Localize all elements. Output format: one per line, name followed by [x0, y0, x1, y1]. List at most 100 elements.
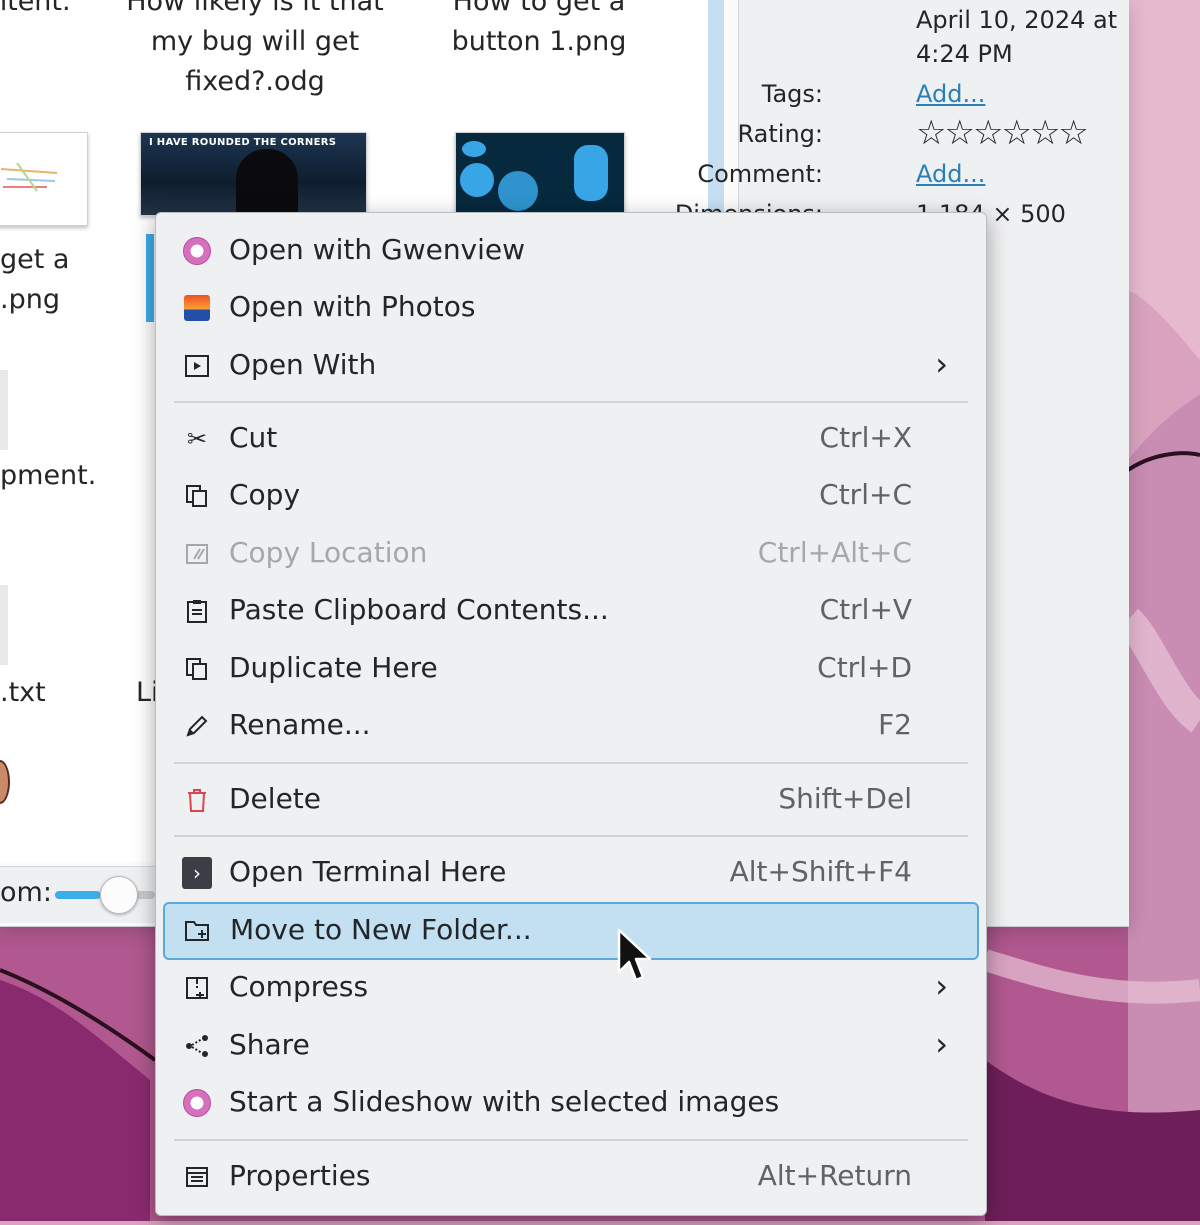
cut-icon: ✂: [186, 425, 208, 453]
menu-item-copy-location[interactable]: Copy Location Ctrl+Alt+C: [164, 527, 976, 581]
menu-item-shortcut: Ctrl+D: [817, 651, 912, 684]
file-label-line: my bug will get: [150, 26, 360, 57]
menu-item-shortcut: Shift+Del: [778, 782, 912, 815]
selection-indicator: [146, 234, 154, 322]
menu-item-shortcut: Alt+Shift+F4: [729, 855, 912, 888]
file-label[interactable]: ntent.: [0, 0, 90, 22]
compress-icon: [182, 973, 212, 1003]
menu-item-label: Delete: [229, 782, 321, 815]
chevron-right-icon: ›: [935, 1025, 948, 1063]
meme-caption: I HAVE ROUNDED THE CORNERS: [149, 137, 337, 148]
file-label-line: How to get a: [452, 0, 626, 17]
menu-item-open-with-photos[interactable]: Open with Photos: [164, 281, 976, 335]
menu-item-label: Start a Slideshow with selected images: [229, 1085, 780, 1118]
mouse-pointer-icon: [617, 928, 652, 982]
menu-item-label: Share: [229, 1028, 310, 1061]
file-thumbnail[interactable]: [455, 132, 625, 216]
file-label-line: button 1.png: [451, 26, 627, 57]
menu-item-shortcut: Ctrl+V: [819, 593, 912, 626]
copy-icon: [182, 481, 212, 511]
menu-item-label: Copy: [229, 478, 301, 511]
tags-label: Tags:: [761, 80, 823, 108]
rating-label: Rating:: [737, 120, 823, 148]
add-comment-link[interactable]: Add...: [916, 160, 985, 188]
menu-item-delete[interactable]: Delete Shift+Del: [164, 773, 976, 827]
star-icon[interactable]: ☆: [1030, 113, 1061, 153]
discord-icon: [462, 141, 486, 157]
menu-item-duplicate-here[interactable]: Duplicate Here Ctrl+D: [164, 642, 976, 696]
menu-item-label: Move to New Folder...: [230, 913, 532, 946]
menu-item-open-with-gwenview[interactable]: Open with Gwenview: [164, 224, 976, 278]
photos-icon: [182, 293, 212, 323]
slideshow-icon: [182, 1088, 212, 1118]
menu-item-label: Paste Clipboard Contents...: [229, 593, 609, 626]
menu-item-label: Compress: [229, 970, 369, 1003]
file-thumbnail[interactable]: [0, 132, 88, 226]
file-icon[interactable]: [0, 760, 10, 804]
star-icon[interactable]: ☆: [1001, 113, 1032, 153]
menu-item-label: Cut: [229, 421, 278, 454]
menu-item-label: Open Terminal Here: [229, 855, 507, 888]
star-icon[interactable]: ☆: [973, 113, 1004, 153]
zoom-label: om:: [0, 877, 52, 908]
add-tags-link[interactable]: Add...: [916, 80, 985, 108]
menu-separator: [174, 762, 968, 764]
file-label[interactable]: pment.: [0, 456, 96, 496]
menu-item-label: Copy Location: [229, 536, 428, 569]
file-label[interactable]: How to get a button 1.png: [430, 0, 648, 62]
file-label-line: pment.: [0, 460, 97, 491]
zoom-slider-fill: [55, 891, 100, 899]
konqi-figure: [574, 145, 608, 201]
menu-item-shortcut: Alt+Return: [757, 1159, 912, 1192]
menu-separator: [174, 401, 968, 403]
menu-item-shortcut: F2: [878, 708, 912, 741]
menu-item-start-slideshow[interactable]: Start a Slideshow with selected images: [164, 1076, 976, 1130]
paste-icon: [182, 596, 212, 626]
context-menu: Open with Gwenview Open with Photos Open…: [155, 212, 987, 1216]
file-icon[interactable]: [0, 370, 8, 450]
file-label[interactable]: get a .png: [0, 240, 69, 320]
menu-item-shortcut: Ctrl+X: [819, 421, 912, 454]
menu-separator: [174, 1139, 968, 1141]
star-icon[interactable]: ☆: [916, 113, 947, 153]
menu-item-properties[interactable]: Properties Alt+Return: [164, 1150, 976, 1204]
menu-item-compress[interactable]: Compress ›: [164, 961, 976, 1015]
file-icon[interactable]: [0, 585, 8, 665]
menu-item-shortcut: Ctrl+Alt+C: [757, 536, 912, 569]
zoom-slider-handle[interactable]: [100, 876, 138, 914]
menu-separator: [174, 835, 968, 837]
file-label-line: .png: [0, 284, 60, 315]
file-label-line: How likely is it that: [126, 0, 384, 17]
menu-item-open-with[interactable]: Open With ›: [164, 339, 976, 393]
comment-label: Comment:: [697, 160, 823, 188]
delete-icon: [182, 785, 212, 815]
menu-item-label: Duplicate Here: [229, 651, 438, 684]
file-label-line: get a: [0, 244, 70, 275]
file-label-line: fixed?.odg: [185, 66, 325, 97]
menu-item-paste[interactable]: Paste Clipboard Contents... Ctrl+V: [164, 584, 976, 638]
menu-item-copy[interactable]: Copy Ctrl+C: [164, 469, 976, 523]
planet-icon: [498, 171, 538, 211]
file-thumbnail[interactable]: I HAVE ROUNDED THE CORNERS: [140, 132, 367, 219]
terminal-icon: ›: [182, 857, 212, 889]
file-label-line: .txt: [0, 677, 46, 708]
file-label[interactable]: How likely is it that my bug will get fi…: [110, 0, 400, 102]
modified-time: 4:24 PM: [916, 40, 1013, 68]
chevron-right-icon: ›: [935, 345, 948, 383]
menu-item-label: Rename...: [229, 708, 371, 741]
menu-item-open-terminal-here[interactable]: › Open Terminal Here Alt+Shift+F4: [164, 846, 976, 900]
menu-item-label: Open With: [229, 348, 377, 381]
rename-icon: [182, 711, 212, 741]
rating-stars[interactable]: ☆☆☆☆☆☆: [916, 113, 1089, 153]
file-label[interactable]: .txt: [0, 673, 46, 713]
modified-date: April 10, 2024 at: [916, 6, 1118, 34]
gwenview-icon: [182, 236, 212, 266]
meme-figure: [236, 149, 298, 219]
menu-item-share[interactable]: Share ›: [164, 1019, 976, 1073]
star-icon[interactable]: ☆: [944, 113, 975, 153]
document-preview-icon: [0, 162, 58, 192]
menu-item-cut[interactable]: ✂ Cut Ctrl+X: [164, 412, 976, 466]
menu-item-rename[interactable]: Rename... F2: [164, 699, 976, 753]
star-icon[interactable]: ☆: [1058, 113, 1089, 153]
menu-item-move-to-new-folder[interactable]: Move to New Folder...: [163, 902, 979, 960]
